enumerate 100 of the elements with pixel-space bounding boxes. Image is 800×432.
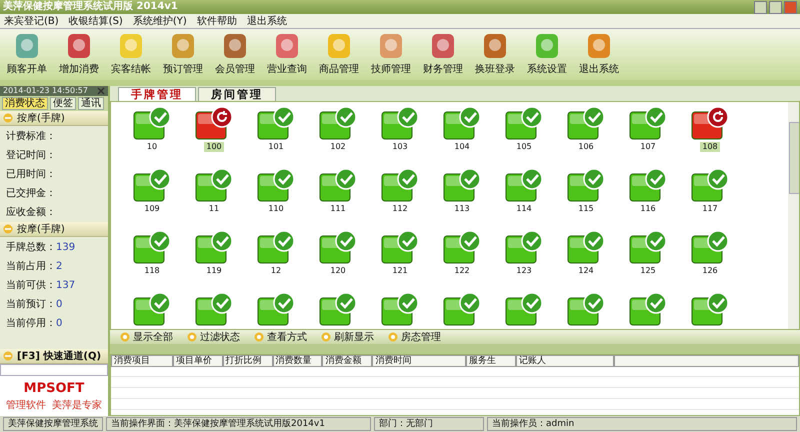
available-tile-icon[interactable] [133,106,171,140]
available-tile-icon[interactable] [505,292,543,326]
available-tile-icon[interactable] [319,230,357,264]
collapse-icon [3,351,13,361]
available-tile-icon[interactable] [195,230,233,264]
field-label: 当前占用： [6,261,56,272]
toolbar-button[interactable]: 财务管理 [420,31,466,80]
tile-label: 123 [515,266,533,276]
available-tile-icon[interactable] [443,292,481,326]
available-tile-icon[interactable] [133,230,171,264]
field-value: 0 [56,318,62,329]
action-icon [388,332,398,342]
occupied-tile-icon[interactable] [195,106,233,140]
action-button[interactable]: 过滤状态 [187,330,240,344]
available-tile-icon[interactable] [195,292,233,326]
available-tile-icon[interactable] [257,106,295,140]
scrollbar[interactable] [788,102,799,329]
column-header[interactable]: 项目单价 [172,355,223,367]
menu-item[interactable]: 软件帮助 [196,14,237,28]
available-tile-icon[interactable] [319,292,357,326]
tab[interactable]: 手牌管理 [118,87,196,101]
available-tile-icon[interactable] [691,292,729,326]
sidebar-tab[interactable]: 通讯 [78,97,104,110]
column-header[interactable]: 消费数量 [272,355,322,367]
maximize-button[interactable] [769,0,782,14]
available-tile-icon[interactable] [381,230,419,264]
available-tile-icon[interactable] [443,106,481,140]
toolbar-button[interactable]: 系统设置 [524,31,570,80]
available-tile-icon[interactable] [629,106,667,140]
available-tile-icon[interactable] [133,292,171,326]
slogan: 管理软件 美萍是专家 [6,398,102,412]
column-header[interactable]: 消费金额 [322,355,372,367]
field-label: 计费标准： [6,131,56,142]
tile-label: 108 [700,142,720,152]
toolbar-button[interactable]: 退出系统 [576,31,622,80]
available-tile-icon[interactable] [629,168,667,202]
available-tile-icon[interactable] [629,230,667,264]
tab[interactable]: 房间管理 [198,87,276,101]
available-tile-icon[interactable] [691,230,729,264]
field-label: 当前停用： [6,318,56,329]
field-label: 手牌总数： [6,242,56,253]
toolbar-button[interactable]: 营业查询 [264,31,310,80]
available-tile-icon[interactable] [567,168,605,202]
tile-label: 116 [639,204,657,214]
available-tile-icon[interactable] [505,106,543,140]
toolbar-button[interactable]: 宾客结帐 [108,31,154,80]
occupied-tile-icon[interactable] [691,106,729,140]
menu-item[interactable]: 来宾登记(B) [4,14,59,28]
available-tile-icon[interactable] [381,106,419,140]
available-tile-icon[interactable] [381,292,419,326]
available-tile-icon[interactable] [443,168,481,202]
available-tile-icon[interactable] [319,106,357,140]
action-button[interactable]: 查看方式 [254,330,307,344]
sidebar-tab[interactable]: 消费状态 [2,97,48,110]
action-button[interactable]: 显示全部 [120,330,173,344]
section-header[interactable]: 按摩(手牌) [0,222,108,237]
tile-label: 104 [453,142,471,152]
toolbar-button[interactable]: 顾客开单 [4,31,50,80]
tile-label: 121 [391,266,409,276]
toolbar-button[interactable]: 商品管理 [316,31,362,80]
toolbar-button[interactable]: 预订管理 [160,31,206,80]
section-title: [F3] 快速通道(Q) [17,350,102,363]
column-header[interactable] [614,355,799,367]
available-tile-icon[interactable] [257,292,295,326]
column-header[interactable]: 打折比例 [222,355,273,367]
column-header[interactable]: 服务生 [466,355,516,367]
available-tile-icon[interactable] [691,168,729,202]
menu-item[interactable]: 退出系统 [246,14,287,28]
toolbar-button[interactable]: 会员管理 [212,31,258,80]
available-tile-icon[interactable] [567,106,605,140]
action-button[interactable]: 房态管理 [388,330,441,344]
column-header[interactable]: 记账人 [516,355,614,367]
field-label: 当前预订： [6,299,56,310]
toolbar-button[interactable]: 增加消费 [56,31,102,80]
date-time: 2014-01-23 14:50:57 [3,86,88,96]
available-tile-icon[interactable] [505,230,543,264]
toolbar-button[interactable]: 换班登录 [472,31,518,80]
tile-label: 105 [515,142,533,152]
available-tile-icon[interactable] [257,168,295,202]
available-tile-icon[interactable] [505,168,543,202]
available-tile-icon[interactable] [567,230,605,264]
available-tile-icon[interactable] [195,168,233,202]
available-tile-icon[interactable] [133,168,171,202]
tile-label: 100 [204,142,224,152]
toolbar-button[interactable]: 技师管理 [368,31,414,80]
minimize-button[interactable] [754,0,767,14]
available-tile-icon[interactable] [257,230,295,264]
action-button[interactable]: 刷新显示 [321,330,374,344]
available-tile-icon[interactable] [319,168,357,202]
quick-input-field[interactable] [0,364,108,376]
column-header[interactable]: 消费项目 [111,355,173,367]
available-tile-icon[interactable] [381,168,419,202]
sidebar-tab[interactable]: 便签 [50,97,76,110]
available-tile-icon[interactable] [443,230,481,264]
section-header[interactable]: 按摩(手牌) [0,111,108,126]
menu-item[interactable]: 系统维护(Y) [132,14,187,28]
menu-item[interactable]: 收银结算(S) [68,14,123,28]
column-header[interactable]: 消费时间 [372,355,466,367]
available-tile-icon[interactable] [629,292,667,326]
available-tile-icon[interactable] [567,292,605,326]
